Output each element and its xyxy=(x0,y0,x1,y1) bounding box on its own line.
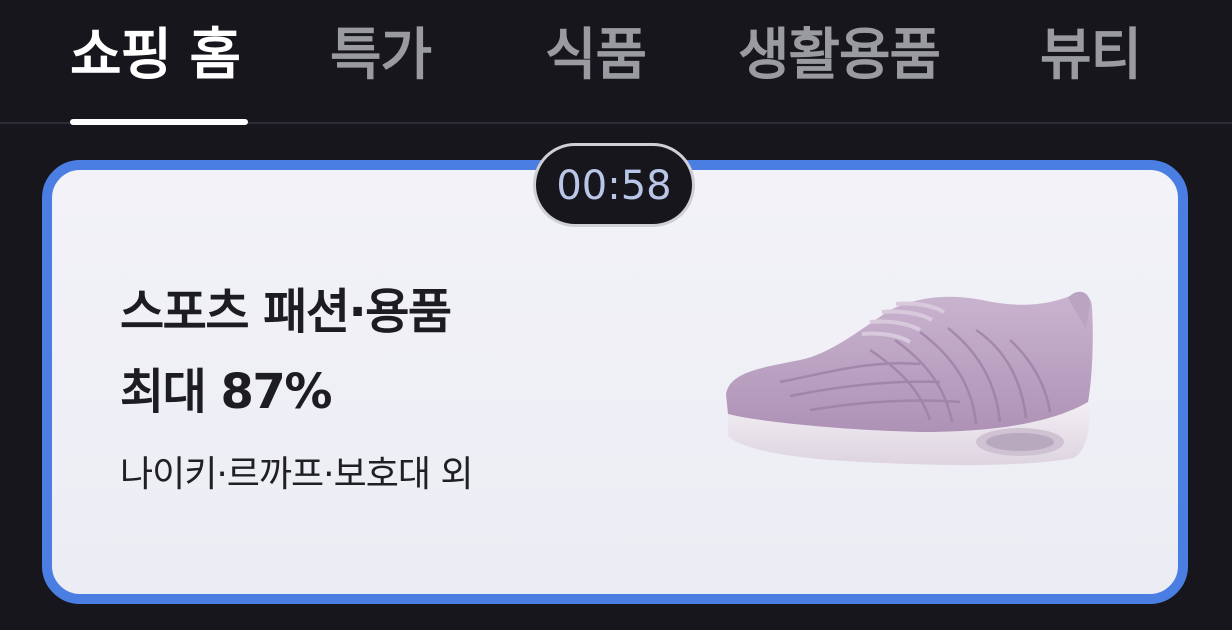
tab-beauty[interactable]: 뷰티 xyxy=(1040,18,1142,94)
countdown-timer: 00:58 xyxy=(533,143,695,227)
tab-food[interactable]: 식품 xyxy=(545,18,647,94)
active-tab-indicator xyxy=(70,119,248,125)
promo-discount: 최대 87% xyxy=(120,364,332,420)
promo-title: 스포츠 패션·용품 xyxy=(120,284,452,340)
tab-shopping-home[interactable]: 쇼핑 홈 xyxy=(70,18,241,94)
sneaker-image xyxy=(726,291,1093,465)
tab-special-deals[interactable]: 특가 xyxy=(330,18,432,94)
category-tab-bar: 쇼핑 홈 특가 식품 생활용품 뷰티 xyxy=(0,0,1232,125)
promo-brands: 나이키·르까프·보호대 외 xyxy=(120,454,474,495)
tab-household-goods[interactable]: 생활용품 xyxy=(738,18,941,94)
